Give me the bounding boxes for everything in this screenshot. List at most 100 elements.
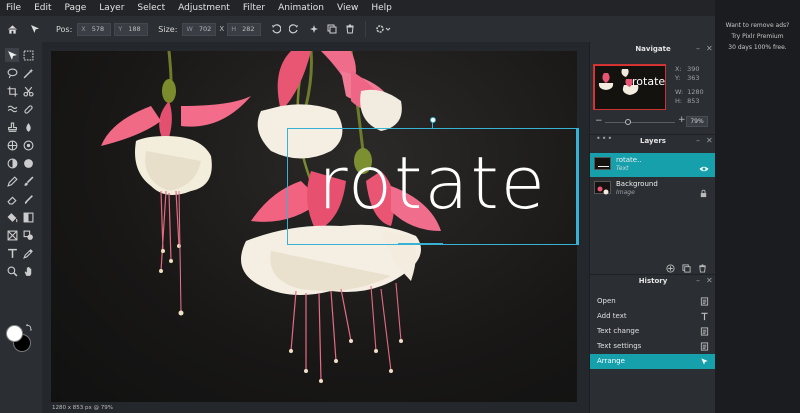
- swap-colors-icon[interactable]: [24, 322, 33, 331]
- burn-tool-icon[interactable]: [21, 156, 35, 170]
- navigate-collapse-icon[interactable]: –: [696, 44, 700, 53]
- history-collapse-icon[interactable]: –: [696, 276, 700, 285]
- menu-select[interactable]: Select: [131, 0, 172, 16]
- canvas-status: 1280 x 853 px @ 79%: [42, 403, 589, 413]
- layer-type: Text: [616, 165, 629, 172]
- marquee-tool-icon[interactable]: [21, 48, 35, 62]
- duplicate-layer-icon[interactable]: [682, 258, 692, 273]
- liquify-tool-icon[interactable]: [5, 102, 19, 116]
- layer-row-background[interactable]: Background Image: [590, 177, 715, 201]
- ad-banner[interactable]: Want to remove ads? Try Pixlr Premium 30…: [715, 0, 800, 413]
- home-icon[interactable]: [3, 20, 21, 38]
- text-tool-icon[interactable]: [5, 246, 19, 260]
- options-toolbar: Pos: X 578 Y 188 Size: W 702 X H 282: [0, 16, 715, 42]
- menu-edit[interactable]: Edit: [28, 0, 58, 16]
- pos-y-field[interactable]: Y 188: [114, 22, 149, 36]
- color-replace-icon[interactable]: [21, 138, 35, 152]
- zoom-slider-track[interactable]: [605, 122, 675, 123]
- magic-icon[interactable]: [305, 20, 323, 38]
- foreground-color-swatch[interactable]: [6, 325, 23, 342]
- history-item[interactable]: Text settings: [590, 339, 715, 354]
- zoom-out-button[interactable]: −: [595, 116, 603, 126]
- navigate-close-icon[interactable]: ✕: [706, 44, 713, 53]
- layer-row-text[interactable]: rotate.. Text: [590, 153, 715, 177]
- lock-icon[interactable]: [699, 183, 709, 198]
- pos-y-key: Y: [118, 25, 123, 33]
- resize-handle-bottom[interactable]: [398, 243, 443, 245]
- document-icon: [700, 342, 709, 351]
- menu-bar: File Edit Page Layer Select Adjustment F…: [0, 0, 715, 16]
- zoom-in-button[interactable]: +: [678, 115, 686, 125]
- ad-line-2: Try Pixlr Premium: [731, 33, 784, 40]
- size-w-key: W: [186, 25, 193, 33]
- drop-tool-icon[interactable]: [21, 120, 35, 134]
- zoom-tool-icon[interactable]: [5, 264, 19, 278]
- pos-x-key: X: [81, 25, 86, 33]
- trash-icon[interactable]: [341, 20, 359, 38]
- history-item[interactable]: Add text: [590, 309, 715, 324]
- delete-layer-icon[interactable]: [698, 258, 708, 273]
- cut-tool-icon[interactable]: [21, 84, 35, 98]
- nav-y-readout: Y: 363: [675, 74, 700, 82]
- size-h-key: H: [231, 25, 237, 33]
- nav-y-value: 363: [687, 74, 700, 82]
- history-close-icon[interactable]: ✕: [706, 276, 713, 285]
- image-placeholder-icon[interactable]: [5, 228, 19, 242]
- size-h-field[interactable]: H 282: [227, 22, 262, 36]
- duplicate-icon[interactable]: [323, 20, 341, 38]
- menu-layer[interactable]: Layer: [93, 0, 131, 16]
- visibility-eye-icon[interactable]: [699, 159, 709, 172]
- arrange-tool-icon[interactable]: [26, 20, 44, 38]
- rotate-right-icon[interactable]: [285, 20, 303, 38]
- heal-tool-icon[interactable]: [21, 102, 35, 116]
- fill-tool-icon[interactable]: [5, 210, 19, 224]
- layers-collapse-icon[interactable]: –: [696, 136, 700, 145]
- menu-adjustment[interactable]: Adjustment: [172, 0, 237, 16]
- rotate-left-icon[interactable]: [267, 20, 285, 38]
- nav-y-label: Y:: [675, 74, 681, 82]
- menu-file[interactable]: File: [0, 0, 28, 16]
- rotate-handle[interactable]: [430, 117, 436, 123]
- eyedropper-tool-icon[interactable]: [21, 246, 35, 260]
- pencil-tool-icon[interactable]: [5, 174, 19, 188]
- nav-x-readout: X: 390: [675, 65, 700, 73]
- canvas-text-layer[interactable]: rotate: [287, 140, 578, 226]
- zoom-slider-handle[interactable]: [625, 119, 632, 125]
- size-separator: X: [219, 25, 225, 33]
- menu-animation[interactable]: Animation: [272, 0, 331, 16]
- add-layer-icon[interactable]: [666, 258, 676, 273]
- crop-tool-icon[interactable]: [5, 84, 19, 98]
- brush-tool-icon[interactable]: [21, 174, 35, 188]
- stamp-tool-icon[interactable]: [5, 120, 19, 134]
- navigator-thumbnail[interactable]: rotate: [593, 64, 666, 110]
- hand-tool-icon[interactable]: [21, 264, 35, 278]
- pos-y-value: 188: [128, 25, 141, 33]
- menu-help[interactable]: Help: [365, 0, 399, 16]
- smudge-tool-icon[interactable]: [21, 192, 35, 206]
- menu-page[interactable]: Page: [59, 0, 94, 16]
- dodge-tool-icon[interactable]: [5, 156, 19, 170]
- eraser-tool-icon[interactable]: [5, 192, 19, 206]
- layers-close-icon[interactable]: ✕: [706, 136, 713, 145]
- history-item[interactable]: Open: [590, 294, 715, 309]
- menu-filter[interactable]: Filter: [237, 0, 272, 16]
- pos-x-value: 578: [91, 25, 105, 33]
- lasso-tool-icon[interactable]: [5, 66, 19, 80]
- settings-dropdown-icon[interactable]: [372, 20, 394, 38]
- layer-name: Background: [616, 180, 658, 188]
- history-item-active[interactable]: Arrange: [590, 354, 715, 369]
- gradient-tool-icon[interactable]: [21, 210, 35, 224]
- layer-name: rotate..: [616, 156, 642, 164]
- zoom-input[interactable]: 79%: [686, 116, 708, 127]
- nav-h-readout: H: 853: [675, 97, 700, 105]
- magic-wand-icon[interactable]: [21, 66, 35, 80]
- shape-tool-icon[interactable]: [21, 228, 35, 242]
- history-item[interactable]: Text change: [590, 324, 715, 339]
- size-label: Size:: [158, 24, 178, 34]
- menu-view[interactable]: View: [331, 0, 365, 16]
- nav-h-value: 853: [687, 97, 700, 105]
- size-w-field[interactable]: W 702: [182, 22, 217, 36]
- pos-x-field[interactable]: X 578: [77, 22, 112, 36]
- sponge-tool-icon[interactable]: [5, 138, 19, 152]
- arrange-tool-icon[interactable]: [5, 48, 19, 62]
